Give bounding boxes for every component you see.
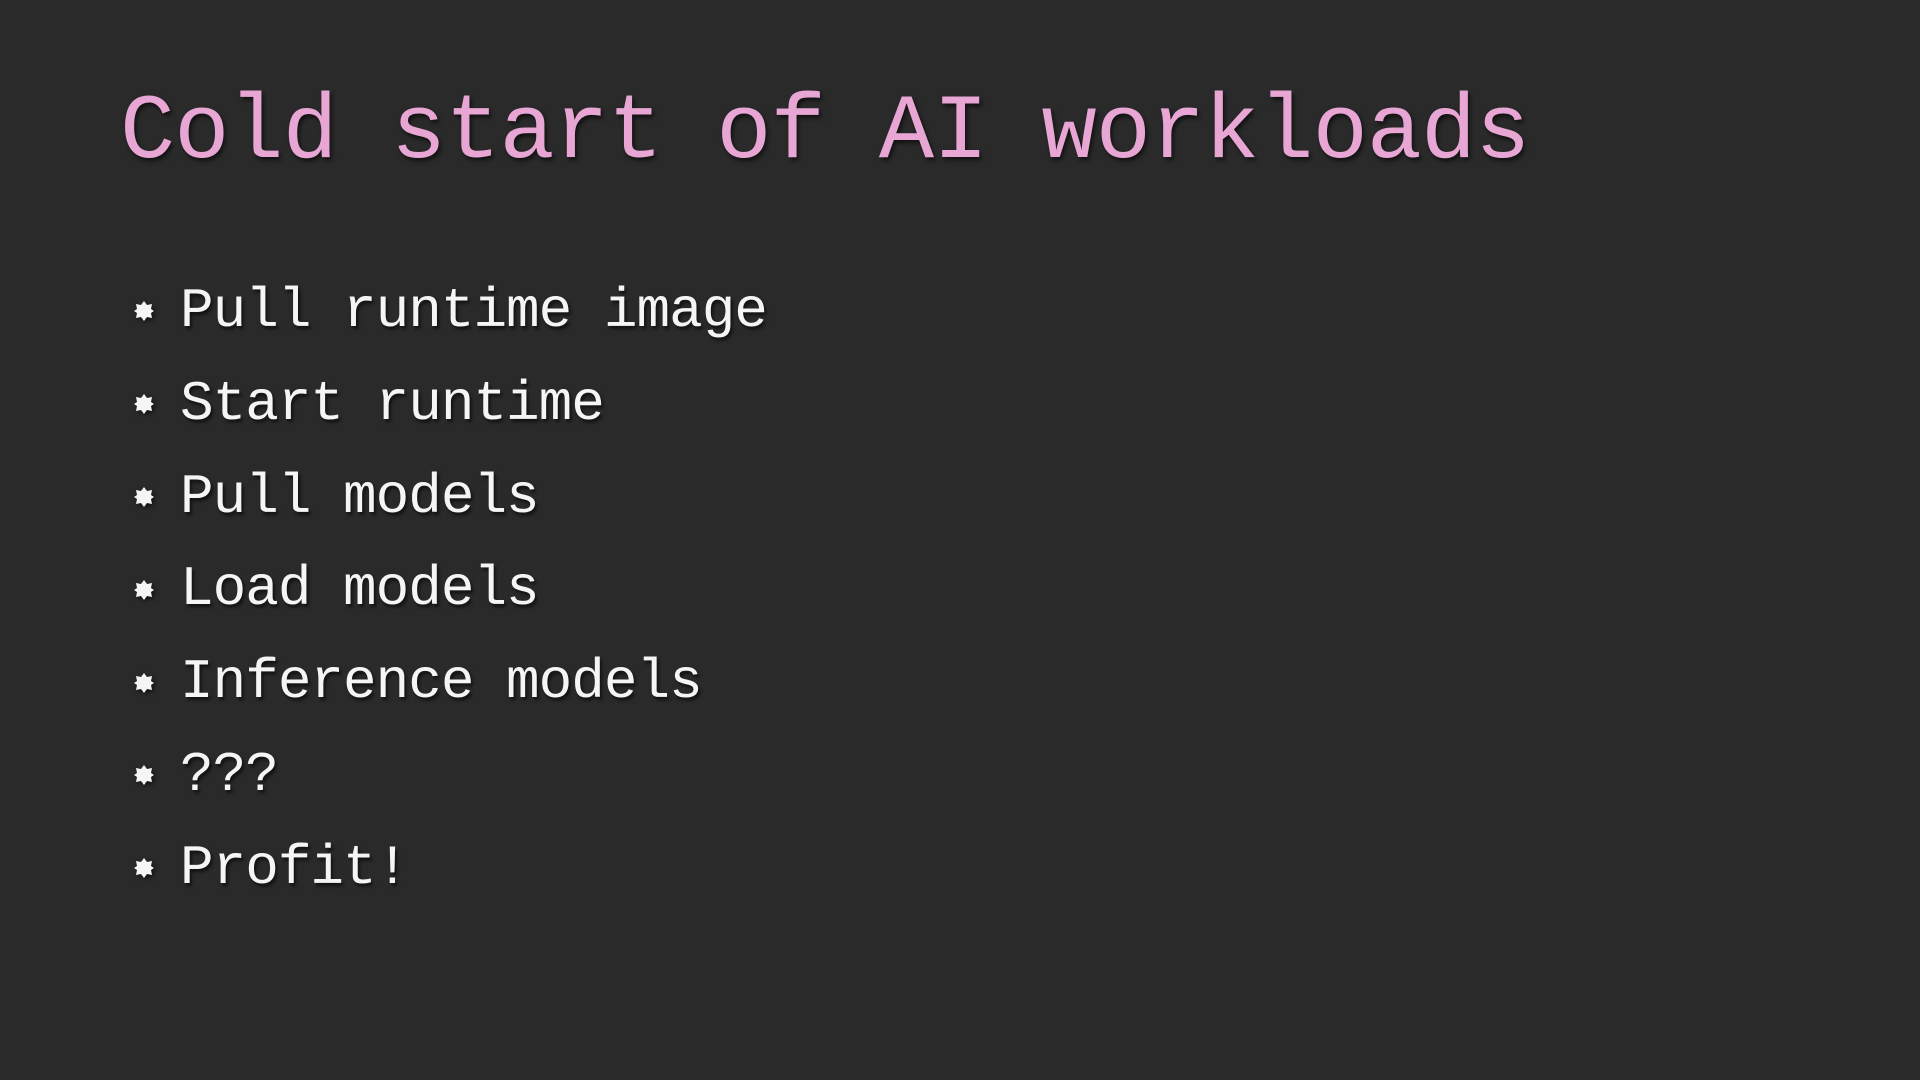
bullet-text: Inference models [180,646,702,719]
bullet-icon [132,856,156,880]
slide-container: Cold start of AI workloads Pull runtime … [0,0,1920,1080]
list-item: Pull models [132,461,1800,534]
list-item: ??? [132,739,1800,812]
bullet-text: Pull models [180,461,539,534]
slide-title: Cold start of AI workloads [120,80,1800,185]
bullet-list: Pull runtime image Start runtime Pull mo… [120,275,1800,905]
bullet-icon [132,671,156,695]
bullet-text: Pull runtime image [180,275,767,348]
bullet-icon [132,578,156,602]
bullet-text: Profit! [180,832,408,905]
list-item: Pull runtime image [132,275,1800,348]
bullet-text: ??? [180,739,278,812]
bullet-text: Start runtime [180,368,604,441]
list-item: Load models [132,553,1800,626]
bullet-icon [132,392,156,416]
bullet-text: Load models [180,553,539,626]
list-item: Start runtime [132,368,1800,441]
bullet-icon [132,763,156,787]
list-item: Profit! [132,832,1800,905]
bullet-icon [132,299,156,323]
bullet-icon [132,485,156,509]
list-item: Inference models [132,646,1800,719]
